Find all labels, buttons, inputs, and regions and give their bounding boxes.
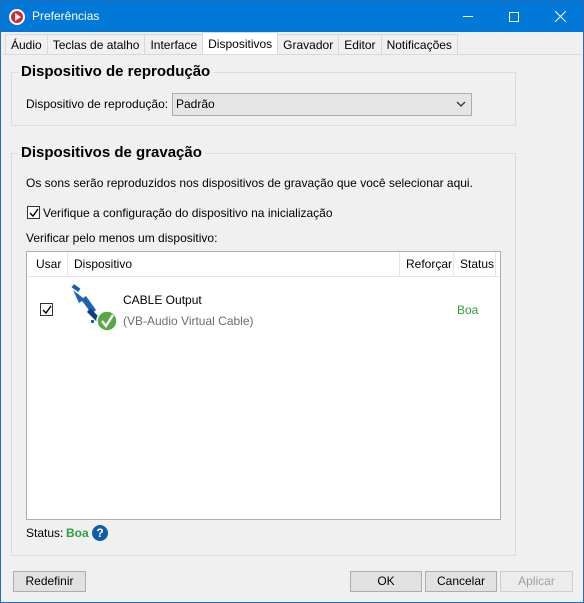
tab-strip: Áudio Teclas de atalho Interface Disposi… — [5, 32, 458, 55]
playback-device-value: Padrão — [176, 97, 215, 111]
window-title: Preferências — [32, 9, 100, 23]
tab-interface[interactable]: Interface — [144, 34, 204, 55]
reset-button[interactable]: Redefinir — [13, 571, 86, 592]
verify-startup-checkbox[interactable] — [27, 206, 40, 219]
close-button[interactable] — [537, 1, 583, 32]
device-use-checkbox[interactable] — [40, 303, 53, 316]
minimize-button[interactable] — [445, 1, 491, 32]
cable-connector-icon — [71, 284, 118, 332]
close-icon — [554, 11, 566, 22]
tab-audio[interactable]: Áudio — [5, 34, 48, 55]
ok-button[interactable]: OK — [350, 571, 422, 592]
app-logo-icon — [9, 9, 25, 25]
column-header-use[interactable]: Usar — [27, 252, 68, 277]
chevron-down-icon — [456, 101, 466, 107]
device-name: CABLE Output — [123, 293, 202, 307]
verify-startup-label[interactable]: Verifique a configuração do dispositivo … — [43, 206, 333, 220]
tab-devices[interactable]: Dispositivos — [202, 32, 279, 54]
tab-recorder[interactable]: Gravador — [277, 34, 340, 55]
minimize-icon — [463, 16, 473, 17]
preferences-window: Preferências Áudio Teclas de atalho Inte… — [0, 0, 584, 603]
recording-description: Os sons serão reproduzidos nos dispositi… — [26, 176, 473, 190]
playback-device-label: Dispositivo de reprodução: — [26, 97, 169, 111]
tab-notifications[interactable]: Notificações — [380, 34, 458, 55]
column-header-device[interactable]: Dispositivo — [68, 252, 400, 277]
playback-device-select[interactable]: Padrão — [172, 93, 472, 116]
status-label: Status: — [26, 526, 64, 540]
cancel-button[interactable]: Cancelar — [425, 571, 497, 592]
checkmark-icon — [42, 305, 52, 315]
column-header-reinforce[interactable]: Reforçar — [400, 252, 454, 277]
help-icon[interactable]: ? — [92, 525, 108, 541]
status-value: Boa — [66, 526, 89, 540]
list-header: Usar Dispositivo Reforçar Status — [27, 252, 500, 277]
maximize-button[interactable] — [491, 1, 537, 32]
maximize-icon — [509, 11, 519, 22]
tab-editor[interactable]: Editor — [338, 34, 382, 55]
checkmark-icon — [29, 208, 39, 218]
column-header-status[interactable]: Status — [454, 252, 496, 277]
playback-group-title: Dispositivo de reprodução — [18, 63, 214, 80]
device-status: Boa — [457, 303, 479, 317]
recording-group-title: Dispositivos de gravação — [18, 144, 205, 161]
title-bar[interactable]: Preferências — [1, 1, 583, 32]
device-subtitle: (VB-Audio Virtual Cable) — [123, 314, 254, 328]
verify-one-label: Verificar pelo menos um dispositivo: — [26, 231, 218, 245]
tab-hotkeys[interactable]: Teclas de atalho — [46, 34, 146, 55]
apply-button[interactable]: Aplicar — [500, 571, 573, 592]
